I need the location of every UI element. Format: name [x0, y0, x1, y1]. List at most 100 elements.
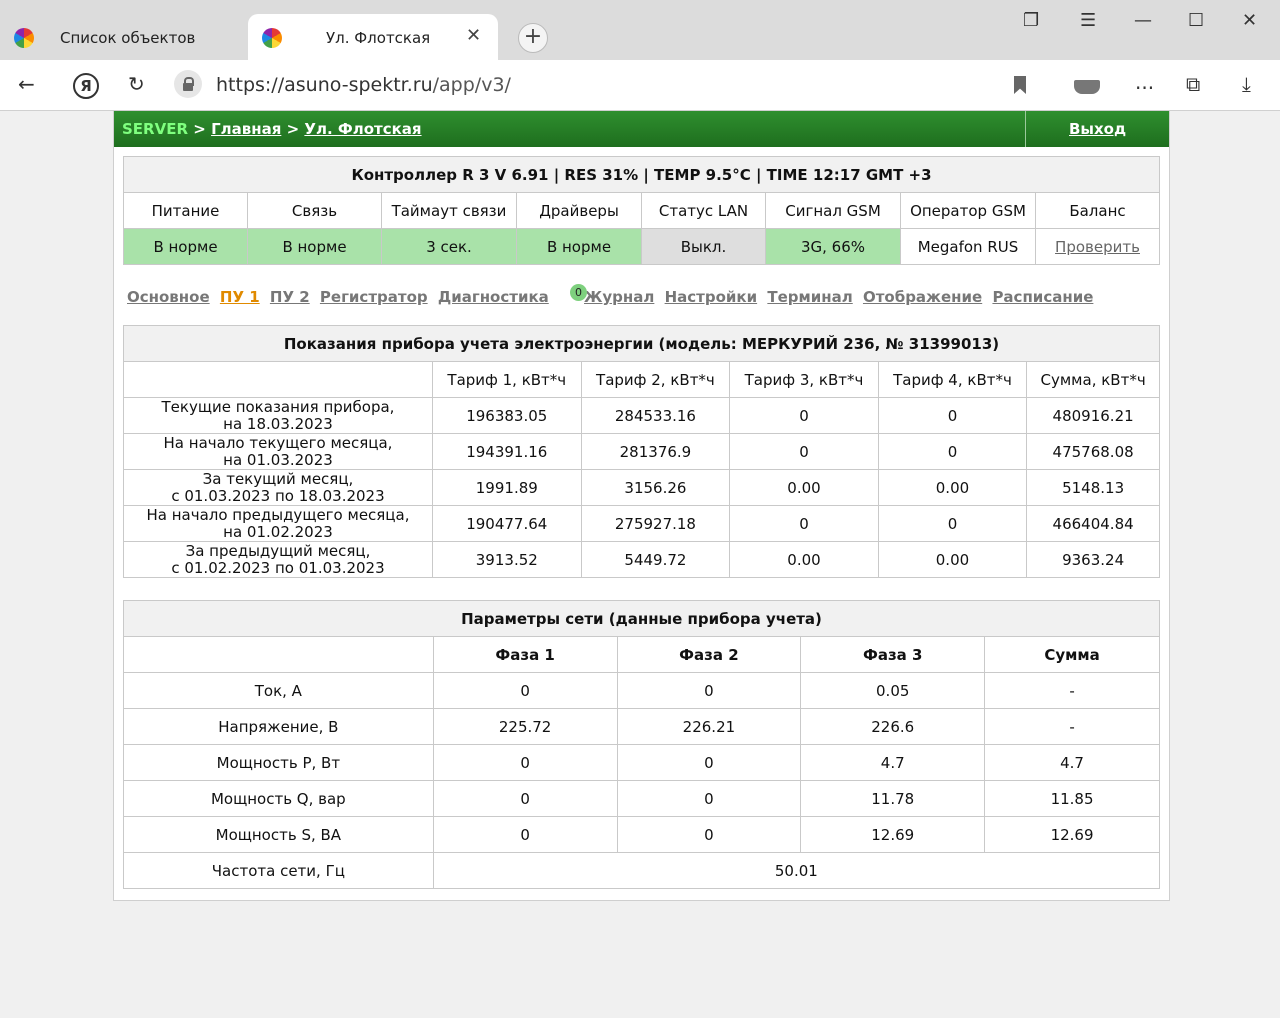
close-window-icon[interactable]: ✕	[1242, 10, 1257, 31]
cell: 1991.89	[431, 469, 582, 506]
cell: 0.00	[729, 541, 879, 578]
subnav-display[interactable]: Отображение	[863, 288, 982, 306]
diagnostics-badge: 0	[570, 284, 587, 301]
cell: 0.05	[800, 672, 986, 709]
sub-navigation: Основное ПУ 1 ПУ 2 Регистратор Диагности…	[127, 288, 1098, 306]
network-title: Параметры сети (данные прибора учета)	[123, 600, 1160, 637]
breadcrumb-separator: >	[193, 120, 206, 138]
cell: 0.00	[877, 541, 1028, 578]
meter-col-header: Тариф 3, кВт*ч	[729, 361, 879, 398]
subnav-diagnostics[interactable]: Диагностика	[438, 288, 549, 306]
status-value-gsm-signal: 3G, 66%	[765, 228, 901, 265]
status-col-header: Таймаут связи	[381, 192, 517, 229]
url-path: /app/v3/	[432, 74, 511, 96]
subnav-pu2[interactable]: ПУ 2	[270, 288, 310, 306]
cell: 226.21	[616, 708, 802, 745]
bookmark-icon[interactable]	[1014, 76, 1026, 94]
cell: 0	[616, 744, 802, 781]
close-tab-icon[interactable]: ✕	[466, 25, 481, 46]
table-row: За текущий месяц, с 01.03.2023 по 18.03.2…	[123, 469, 1160, 506]
tab-flotskaya[interactable]: Ул. Флотская ✕	[248, 14, 498, 60]
cell: 0	[432, 816, 618, 853]
cell: 281376.9	[580, 433, 731, 470]
extension-icon[interactable]	[1074, 80, 1100, 94]
row-label: Мощность S, ВА	[123, 816, 434, 853]
home-link[interactable]: Главная	[211, 120, 281, 138]
subnav-registrator[interactable]: Регистратор	[320, 288, 428, 306]
site-favicon-icon	[262, 28, 282, 48]
minimize-icon[interactable]: —	[1134, 10, 1152, 31]
tab-label: Ул. Флотская	[326, 29, 431, 47]
header-divider	[1025, 111, 1026, 147]
back-arrow-icon[interactable]: ←	[18, 72, 35, 96]
cell: 0	[729, 433, 879, 470]
cell: -	[984, 672, 1160, 709]
cell: 0	[729, 505, 879, 542]
controller-status-table: Контроллер R 3 V 6.91 | RES 31% | TEMP 9…	[123, 156, 1160, 265]
table-row: Текущие показания прибора, на 18.03.2023 …	[123, 397, 1160, 434]
meter-header-blank	[123, 361, 433, 398]
menu-icon[interactable]: ☰	[1080, 10, 1096, 31]
logout-link[interactable]: Выход	[1069, 120, 1126, 138]
breadcrumb-separator: >	[286, 120, 300, 138]
meter-col-header: Тариф 4, кВт*ч	[877, 361, 1028, 398]
status-value-lan: Выкл.	[641, 228, 766, 265]
lock-icon[interactable]	[174, 70, 202, 98]
maximize-icon[interactable]: ☐	[1188, 10, 1204, 31]
cell: 0	[616, 816, 802, 853]
tab-objects-list[interactable]: Список объектов	[0, 14, 246, 60]
row-label: Напряжение, В	[123, 708, 434, 745]
cell: 11.78	[800, 780, 986, 817]
cell: 0	[616, 780, 802, 817]
table-row: Мощность P, Вт 0 0 4.7 4.7	[123, 744, 1160, 781]
cell: 9363.24	[1026, 541, 1160, 578]
subnav-journal[interactable]: Журнал	[584, 288, 654, 306]
status-col-header: Связь	[247, 192, 382, 229]
download-icon[interactable]: ⤓	[1242, 72, 1251, 96]
subnav-settings[interactable]: Настройки	[665, 288, 758, 306]
yandex-icon[interactable]: Я	[73, 73, 99, 99]
table-row: Мощность Q, вар 0 0 11.78 11.85	[123, 780, 1160, 817]
network-col-header: Сумма	[984, 636, 1160, 673]
subnav-main[interactable]: Основное	[127, 288, 210, 306]
check-balance-link[interactable]: Проверить	[1055, 238, 1140, 256]
tab-label: Список объектов	[60, 29, 196, 47]
status-col-header: Статус LAN	[641, 192, 766, 229]
site-favicon-icon	[14, 28, 34, 48]
status-value-link: В норме	[247, 228, 382, 265]
status-value-timeout: 3 сек.	[381, 228, 517, 265]
table-row: Ток, А 0 0 0.05 -	[123, 672, 1160, 709]
subnav-terminal[interactable]: Терминал	[767, 288, 852, 306]
cell: 0	[729, 397, 879, 434]
row-label: Ток, А	[123, 672, 434, 709]
table-row: Частота сети, Гц 50.01	[123, 852, 1161, 889]
row-label: Мощность Q, вар	[123, 780, 434, 817]
tab-collections-icon[interactable]: ❐	[1023, 10, 1039, 31]
more-button[interactable]: ...	[1135, 70, 1154, 94]
cell: 4.7	[800, 744, 986, 781]
meter-readings-table: Показания прибора учета электроэнергии (…	[123, 325, 1160, 578]
cell: 226.6	[800, 708, 986, 745]
status-value-operator: Megafon RUS	[900, 228, 1036, 265]
reader-icon[interactable]: ⧉	[1186, 72, 1200, 96]
status-col-header: Баланс	[1035, 192, 1160, 229]
object-link[interactable]: Ул. Флотская	[304, 120, 421, 138]
cell: 0	[432, 672, 618, 709]
network-col-header: Фаза 1	[432, 636, 618, 673]
meter-col-header: Сумма, кВт*ч	[1026, 361, 1160, 398]
address-bar[interactable]: https://asuno-spektr.ru/app/v3/	[216, 74, 511, 96]
cell: 0.00	[877, 469, 1028, 506]
url-host: https://asuno-spektr.ru	[216, 74, 433, 96]
cell: 0	[432, 744, 618, 781]
cell: 475768.08	[1026, 433, 1160, 470]
cell: 5148.13	[1026, 469, 1160, 506]
subnav-schedule[interactable]: Расписание	[992, 288, 1093, 306]
browser-tab-bar: Список объектов Ул. Флотская ✕ + ❐ ☰ — ☐…	[0, 0, 1280, 60]
table-row: Мощность S, ВА 0 0 12.69 12.69	[123, 816, 1160, 853]
cell: 0	[616, 672, 802, 709]
reload-icon[interactable]: ↻	[128, 72, 145, 96]
new-tab-button[interactable]: +	[518, 23, 548, 53]
row-label: На начало текущего месяца, на 01.03.2023	[123, 433, 433, 470]
subnav-pu1[interactable]: ПУ 1	[220, 288, 260, 306]
browser-toolbar: ← Я ↻ https://asuno-spektr.ru/app/v3/ ..…	[0, 60, 1280, 111]
